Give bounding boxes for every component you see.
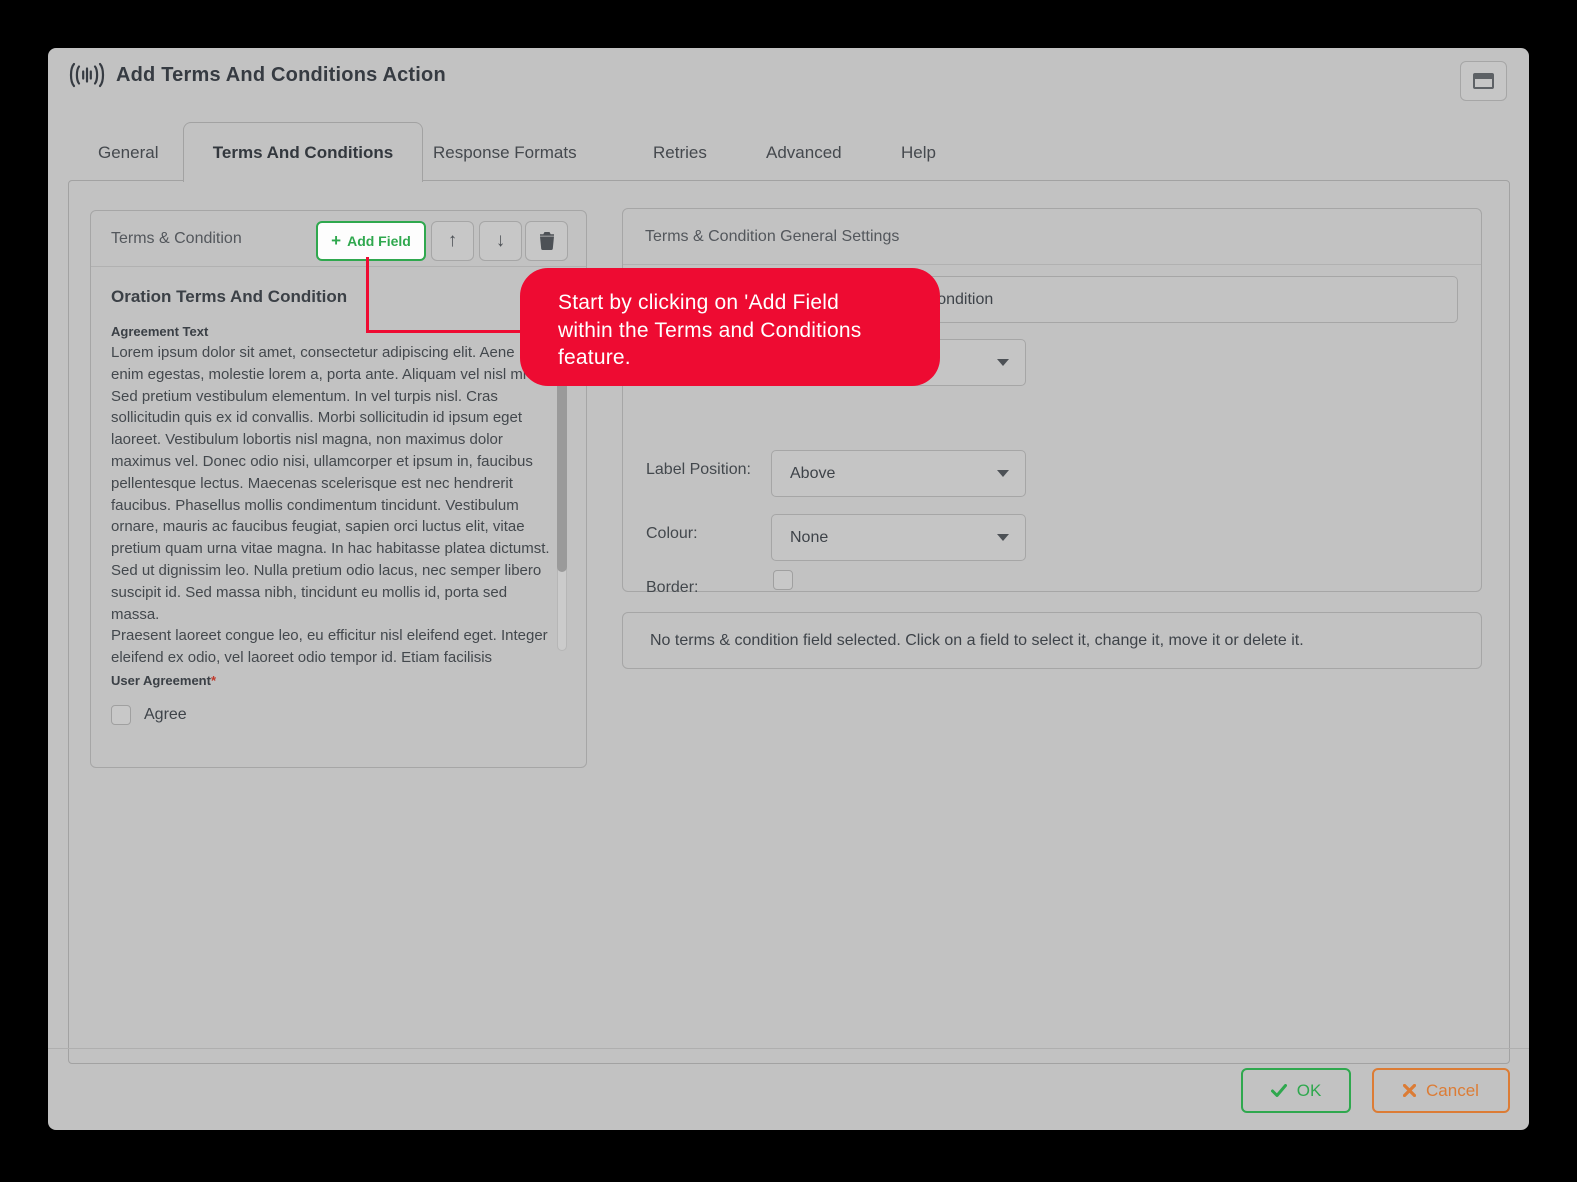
- add-field-label: Add Field: [347, 233, 411, 249]
- terms-condition-panel: Terms & Condition + Add Field ↑ ↓ Oratio…: [90, 210, 587, 768]
- callout-connector-vertical: [366, 257, 369, 333]
- move-up-button[interactable]: ↑: [431, 221, 474, 261]
- label-position-label: Label Position:: [646, 461, 751, 479]
- agree-checkbox[interactable]: [111, 705, 131, 725]
- trash-icon: [539, 232, 555, 250]
- general-settings-title: Terms & Condition General Settings: [645, 228, 899, 246]
- tab-general[interactable]: General: [98, 143, 158, 163]
- ok-button[interactable]: OK: [1241, 1068, 1351, 1113]
- add-terms-dialog: Add Terms And Conditions Action General …: [48, 48, 1529, 1130]
- agree-label: Agree: [144, 706, 187, 724]
- arrow-up-icon: ↑: [448, 230, 458, 252]
- chevron-down-icon: [997, 470, 1009, 477]
- add-field-button[interactable]: + Add Field: [316, 221, 426, 261]
- plus-icon: +: [331, 231, 341, 251]
- label-position-select[interactable]: Above: [771, 450, 1026, 497]
- agreement-text-label: Agreement Text: [111, 324, 208, 339]
- terms-condition-legend: Terms & Condition: [111, 230, 242, 248]
- text-scrollbar-track[interactable]: [557, 344, 567, 651]
- oration-audio-wave-icon: [68, 62, 106, 88]
- border-checkbox[interactable]: [773, 570, 793, 590]
- window-maximize-icon: [1473, 73, 1494, 89]
- check-icon: [1271, 1084, 1287, 1097]
- x-icon: [1403, 1084, 1416, 1097]
- dialog-title: Add Terms And Conditions Action: [116, 64, 446, 87]
- tab-advanced[interactable]: Advanced: [766, 143, 842, 163]
- callout-connector-horizontal: [366, 330, 524, 333]
- tab-help[interactable]: Help: [901, 143, 936, 163]
- tab-response-formats[interactable]: Response Formats: [433, 143, 577, 163]
- colour-select[interactable]: None: [771, 514, 1026, 561]
- tab-terms-and-conditions[interactable]: Terms And Conditions: [183, 122, 423, 182]
- cancel-button[interactable]: Cancel: [1372, 1068, 1510, 1113]
- tab-retries[interactable]: Retries: [653, 143, 707, 163]
- colour-label: Colour:: [646, 525, 698, 543]
- move-down-button[interactable]: ↓: [479, 221, 522, 261]
- user-agreement-label: User Agreement*: [111, 673, 216, 688]
- field-group-title: Oration Terms And Condition: [111, 287, 347, 307]
- required-asterisk: *: [211, 673, 216, 688]
- arrow-down-icon: ↓: [496, 230, 506, 252]
- chevron-down-icon: [997, 359, 1009, 366]
- general-settings-panel: Terms & Condition General Settings Orati…: [622, 208, 1482, 592]
- general-settings-header: Terms & Condition General Settings: [623, 209, 1481, 265]
- delete-field-button[interactable]: [525, 221, 568, 261]
- footer-divider: [48, 1048, 1529, 1049]
- no-field-selected-message: No terms & condition field selected. Cli…: [622, 612, 1482, 669]
- border-label: Border:: [646, 579, 698, 597]
- agreement-text-body: Lorem ipsum dolor sit amet, consectetur …: [111, 342, 558, 669]
- chevron-down-icon: [997, 534, 1009, 541]
- tutorial-callout: Start by clicking on 'Add Field within t…: [520, 268, 940, 386]
- maximize-button[interactable]: [1460, 61, 1507, 101]
